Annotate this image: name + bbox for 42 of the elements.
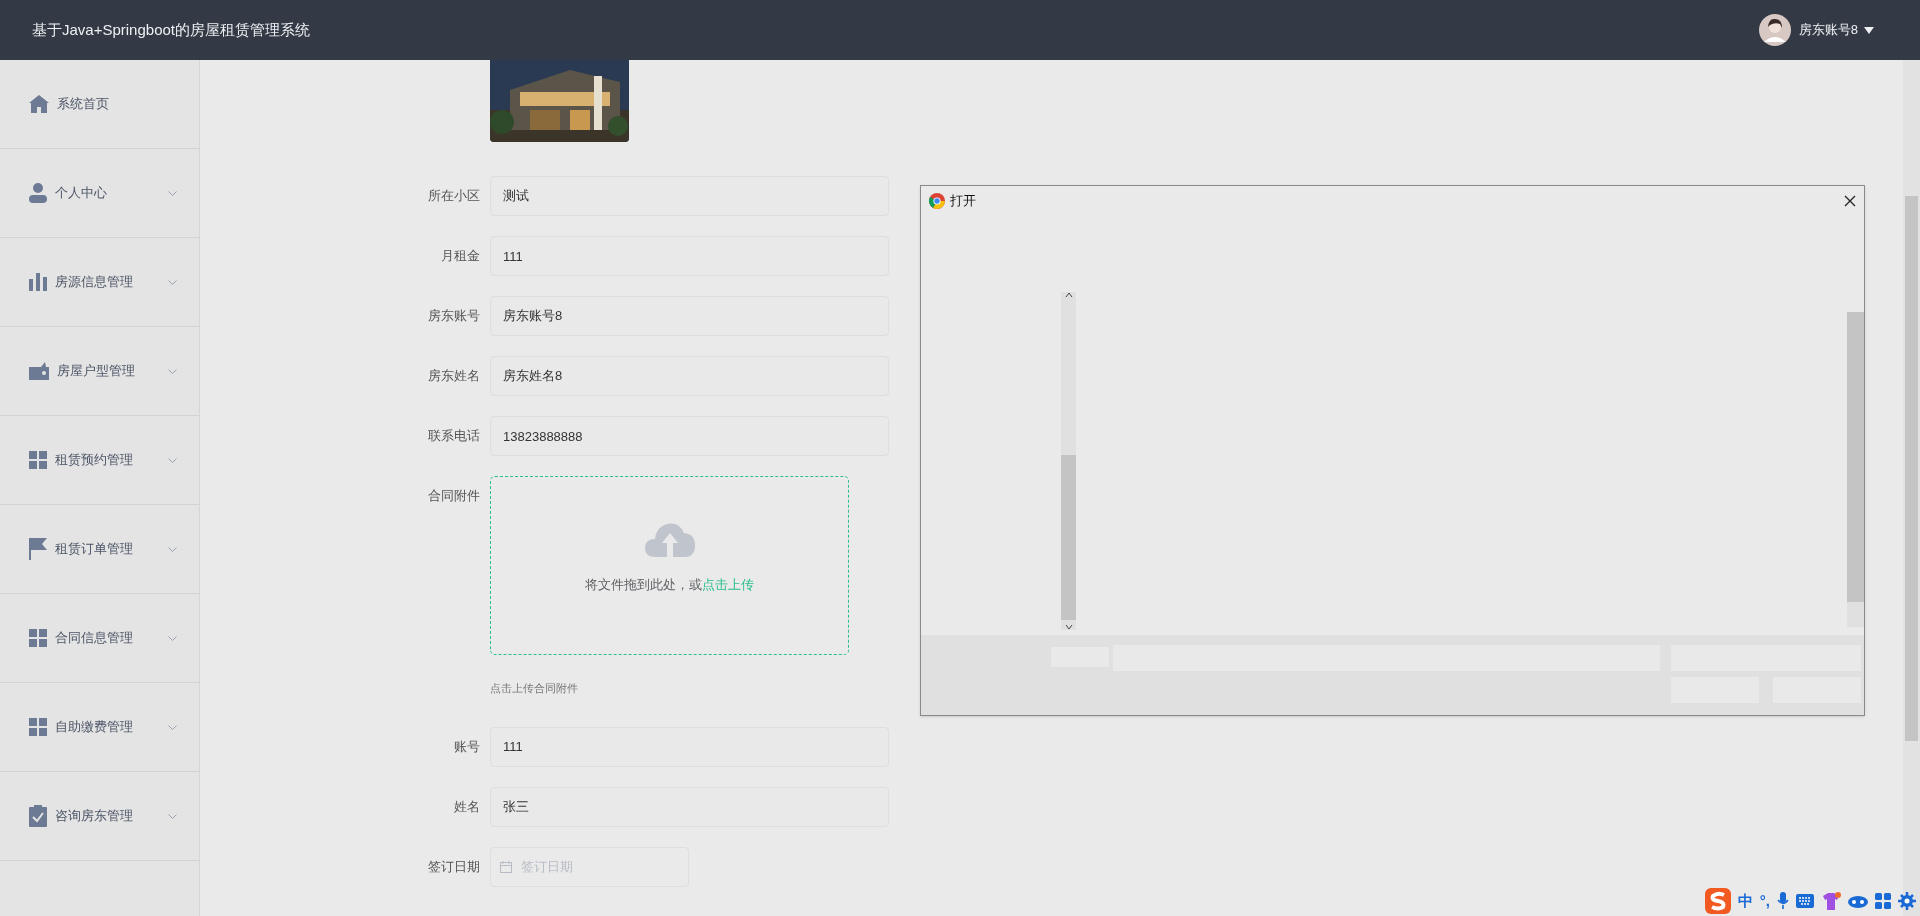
dialog-title: 打开 [950, 192, 976, 211]
sidebar-item[interactable]: 合同信息管理 [0, 594, 199, 683]
field-label: 姓名 [453, 797, 480, 816]
field-label: 签订日期 [427, 857, 480, 876]
field-label: 联系电话 [427, 427, 480, 445]
sidebar-item[interactable]: 个人中心 [0, 149, 199, 238]
text-field[interactable]: 张三 [490, 786, 889, 827]
ime-punctuation-text[interactable]: °, [1759, 889, 1770, 913]
menu-label: 自助缴费管理 [55, 718, 134, 737]
sidebar-item[interactable]: 系统首页 [0, 60, 199, 149]
text-field[interactable]: 测试 [490, 176, 889, 216]
user-menu-button[interactable]: 房东账号8 [1798, 20, 1874, 40]
ime-mode-text[interactable]: 中 [1737, 889, 1753, 913]
text-field[interactable]: 111 [490, 726, 889, 767]
field-label: 房东姓名 [427, 367, 480, 385]
upload-hint: 点击上传合同附件 [490, 681, 579, 696]
field-label: 月租金 [440, 247, 480, 265]
field-label: 所在小区 [427, 187, 480, 205]
sidebar-item[interactable]: 房源信息管理 [0, 238, 199, 327]
text-field[interactable]: 房东姓名8 [490, 356, 889, 396]
text-field[interactable]: 111 [490, 236, 889, 276]
field-label: 合同附件 [427, 487, 480, 505]
menu-label: 咨询房东管理 [55, 807, 134, 826]
sidebar-item[interactable]: 房屋户型管理 [0, 327, 199, 416]
app-title: 基于Java+Springboot的房屋租赁管理系统 [32, 19, 310, 40]
menu-label: 租赁订单管理 [55, 540, 134, 559]
upload-dropzone[interactable]: 将文件拖到此处，或点击上传 [490, 476, 849, 655]
text-field[interactable]: 13823888888 [490, 416, 889, 456]
menu-label: 个人中心 [55, 184, 108, 203]
menu-label: 系统首页 [57, 95, 110, 114]
sidebar-item[interactable]: 咨询房东管理 [0, 772, 199, 861]
sidebar-item[interactable]: 租赁订单管理 [0, 505, 199, 594]
sidebar-item[interactable]: 租赁预约管理 [0, 416, 199, 505]
sidebar-item[interactable]: 自助缴费管理 [0, 683, 199, 772]
menu-label: 租赁预约管理 [55, 451, 134, 470]
menu-label: 房屋户型管理 [57, 362, 136, 381]
menu-label: 合同信息管理 [55, 629, 134, 648]
field-label: 账号 [453, 737, 480, 756]
text-field[interactable]: 房东账号8 [490, 296, 889, 336]
menu-label: 房源信息管理 [55, 273, 134, 292]
field-label: 房东账号 [427, 307, 480, 325]
upload-instructions: 将文件拖到此处，或点击上传 [585, 576, 754, 594]
